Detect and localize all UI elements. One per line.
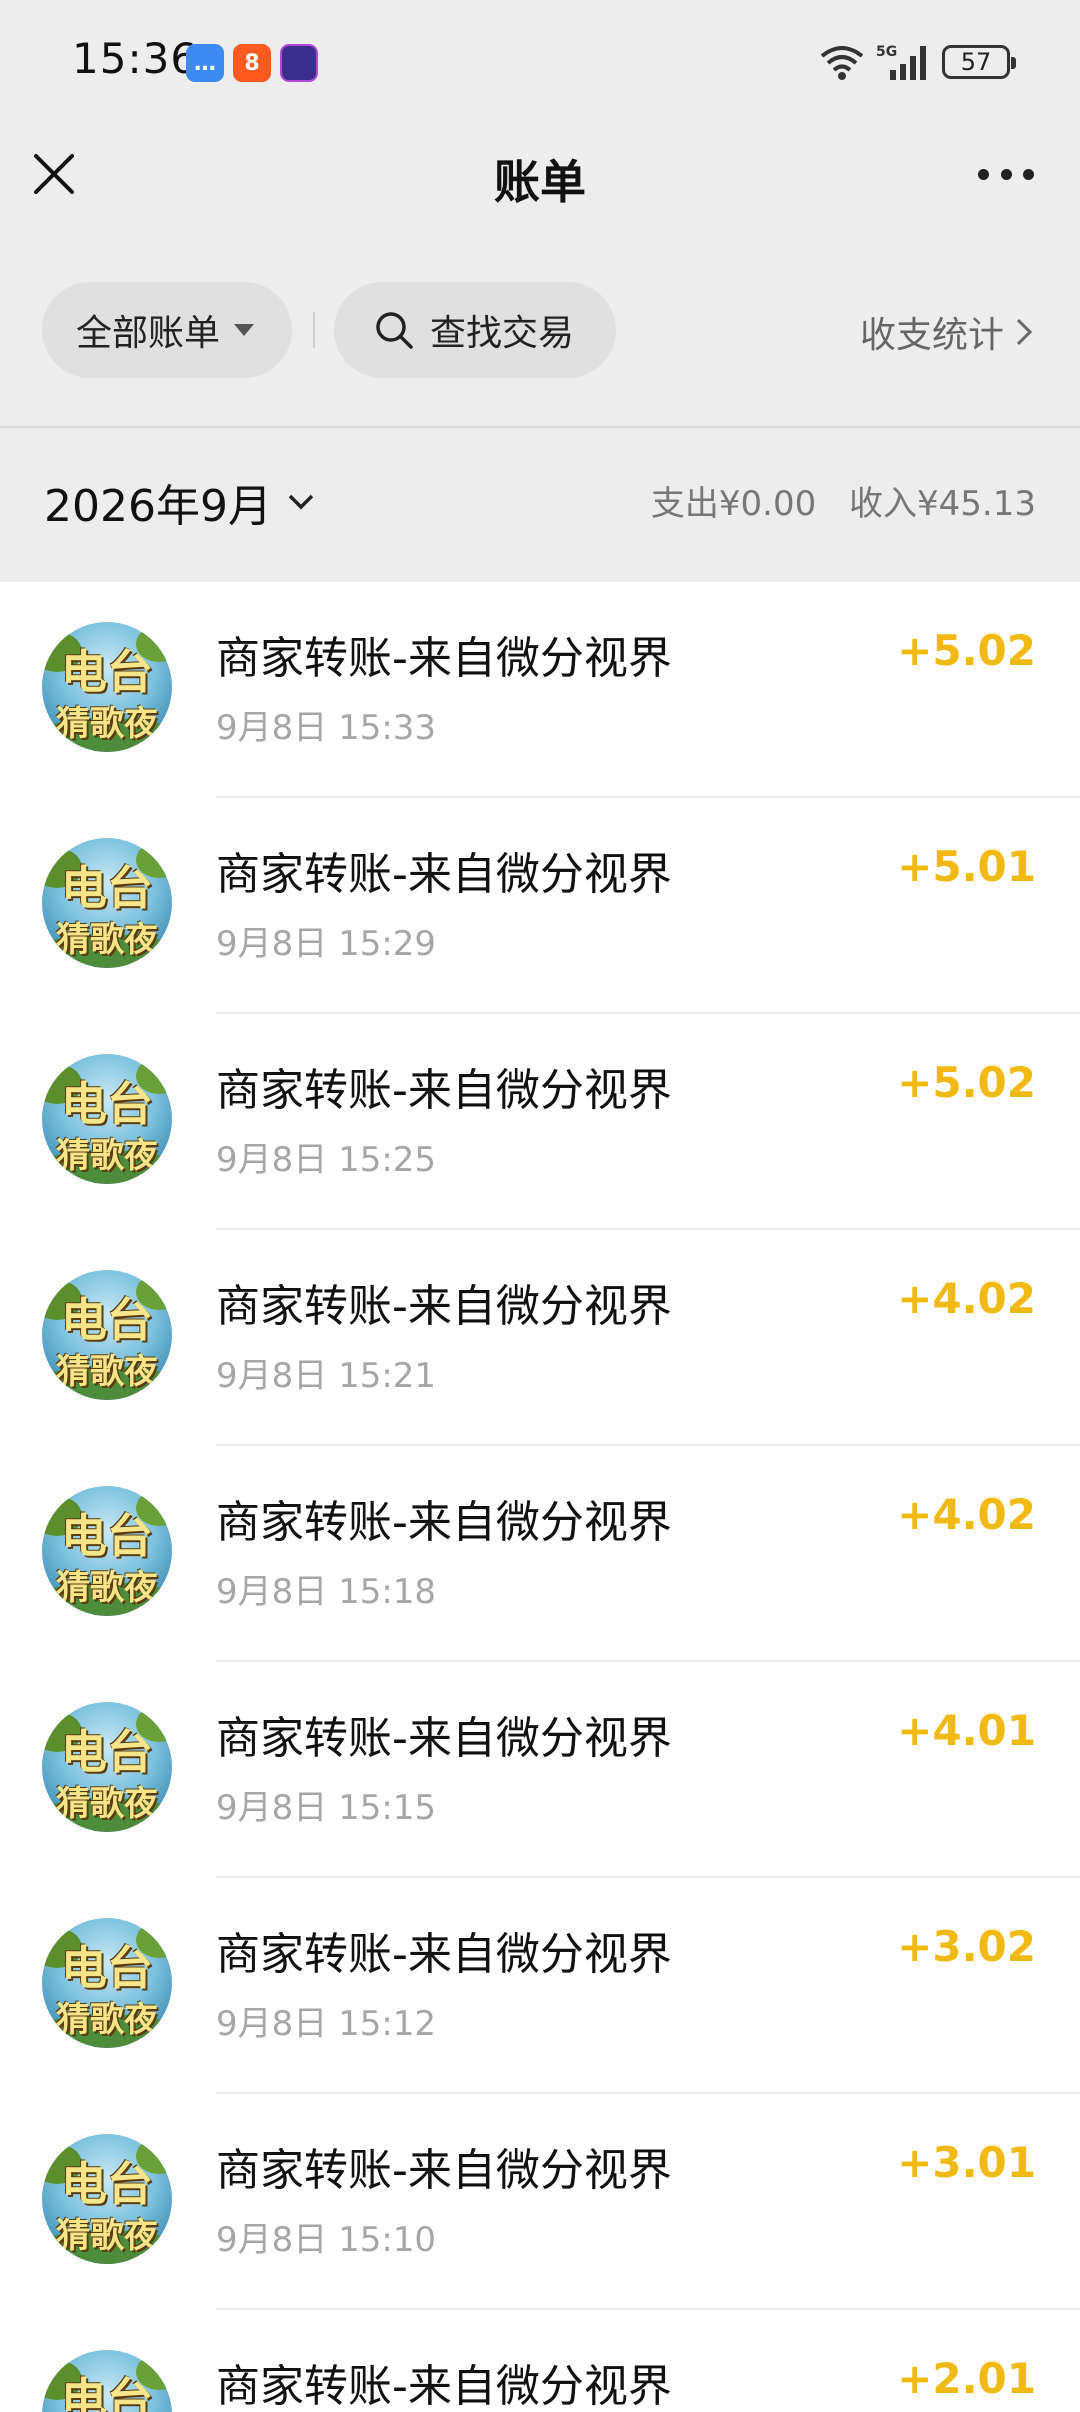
- month-header: 2026年9月 支出¥0.00 收入¥45.13: [0, 428, 1080, 582]
- chevron-down-icon: [288, 494, 314, 510]
- month-summary: 支出¥0.00 收入¥45.13: [629, 476, 1036, 525]
- expense-summary: 支出¥0.00: [650, 484, 817, 524]
- bill-page: 15:36 … 8 5G 57 账单 全部账单 查找交易 收支统计 2026年9…: [0, 0, 1080, 2412]
- avatar-text-line2: 猜歌夜: [56, 1784, 158, 1824]
- transaction-time: 9月8日 15:10: [216, 2220, 437, 2260]
- transaction-title: 商家转账-来自微分视界: [216, 1713, 672, 1764]
- month-selector[interactable]: 2026年9月: [44, 470, 318, 534]
- status-time: 15:36: [72, 34, 199, 83]
- avatar-text-line2: 猜歌夜: [56, 1136, 158, 1176]
- transaction-time: 9月8日 15:21: [216, 1356, 437, 1396]
- transaction-title: 商家转账-来自微分视界: [216, 2145, 672, 2196]
- filter-divider: [313, 312, 315, 348]
- transaction-time: 9月8日 15:25: [216, 1140, 437, 1180]
- transaction-row[interactable]: 电台 猜歌夜 商家转账-来自微分视界 9月8日 15:21 +4.02: [0, 1230, 1080, 1446]
- transaction-title: 商家转账-来自微分视界: [216, 2361, 672, 2412]
- caret-down-icon: [234, 324, 255, 336]
- transaction-amount: +3.01: [897, 2138, 1036, 2187]
- avatar-text-line1: 电台: [61, 1941, 153, 1995]
- 5g-signal-icon: 5G: [876, 44, 926, 80]
- status-right: 5G 57: [818, 42, 1016, 82]
- merchant-avatar: 电台 猜歌夜: [42, 622, 172, 752]
- transaction-amount: +4.01: [897, 1706, 1036, 1755]
- transaction-row[interactable]: 电台 猜歌夜 商家转账-来自微分视界 9月8日 15:33 +5.02: [0, 582, 1080, 798]
- transaction-title: 商家转账-来自微分视界: [216, 849, 672, 900]
- transaction-row[interactable]: 电台 猜歌夜 商家转账-来自微分视界 9月8日 15:18 +4.02: [0, 1446, 1080, 1662]
- transaction-time: 9月8日 15:12: [216, 2004, 437, 2044]
- transaction-amount: +3.02: [897, 1922, 1036, 1971]
- avatar-text-line1: 电台: [61, 1725, 153, 1779]
- income-summary: 收入¥45.13: [849, 484, 1036, 524]
- page-title: 账单: [494, 155, 586, 209]
- stats-link[interactable]: 收支统计: [860, 306, 1036, 358]
- stats-label: 收支统计: [859, 315, 1004, 356]
- avatar-text-line1: 电台: [61, 645, 153, 699]
- transaction-amount: +5.02: [897, 1058, 1036, 1107]
- merchant-avatar: 电台 猜歌夜: [42, 1486, 172, 1616]
- merchant-avatar: 电台 猜歌夜: [42, 1054, 172, 1184]
- transaction-list: 电台 猜歌夜 商家转账-来自微分视界 9月8日 15:33 +5.02 电台 猜…: [0, 582, 1080, 2412]
- transaction-amount: +2.01: [897, 2354, 1036, 2403]
- message-app-icon: …: [186, 44, 224, 82]
- avatar-text-line1: 电台: [61, 1077, 153, 1131]
- kuaishou-app-icon: 8: [233, 44, 271, 82]
- all-bills-label: 全部账单: [76, 313, 221, 354]
- avatar-text-line1: 电台: [61, 2157, 153, 2211]
- wifi-icon: [820, 46, 864, 80]
- avatar-text-line2: 猜歌夜: [56, 704, 158, 744]
- transaction-title: 商家转账-来自微分视界: [216, 1281, 672, 1332]
- transaction-row[interactable]: 电台 猜歌夜 商家转账-来自微分视界 +2.01: [0, 2310, 1080, 2412]
- nav-bar: 账单: [0, 126, 1080, 228]
- transaction-amount: +5.02: [897, 626, 1036, 675]
- search-transaction-button[interactable]: 查找交易: [334, 282, 616, 378]
- merchant-avatar: 电台 猜歌夜: [42, 838, 172, 968]
- merchant-avatar: 电台 猜歌夜: [42, 1270, 172, 1400]
- all-bills-dropdown[interactable]: 全部账单: [42, 282, 292, 378]
- transaction-title: 商家转账-来自微分视界: [216, 1497, 672, 1548]
- battery-icon: 57: [942, 45, 1016, 79]
- transaction-row[interactable]: 电台 猜歌夜 商家转账-来自微分视界 9月8日 15:15 +4.01: [0, 1662, 1080, 1878]
- avatar-text-line2: 猜歌夜: [56, 2216, 158, 2256]
- transaction-amount: +5.01: [897, 842, 1036, 891]
- game-app-icon: [280, 44, 318, 82]
- transaction-row[interactable]: 电台 猜歌夜 商家转账-来自微分视界 9月8日 15:12 +3.02: [0, 1878, 1080, 2094]
- transaction-title: 商家转账-来自微分视界: [216, 1929, 672, 1980]
- transaction-row[interactable]: 电台 猜歌夜 商家转账-来自微分视界 9月8日 15:29 +5.01: [0, 798, 1080, 1014]
- merchant-avatar: 电台 猜歌夜: [42, 2350, 172, 2412]
- merchant-avatar: 电台 猜歌夜: [42, 1702, 172, 1832]
- filter-bar: 全部账单 查找交易 收支统计: [0, 228, 1080, 426]
- search-icon: [376, 312, 413, 349]
- transaction-title: 商家转账-来自微分视界: [216, 1065, 672, 1116]
- avatar-text-line1: 电台: [61, 1509, 153, 1563]
- avatar-text-line2: 猜歌夜: [56, 920, 158, 960]
- month-label: 2026年9月: [44, 481, 272, 532]
- svg-text:5G: 5G: [876, 44, 897, 60]
- transaction-amount: +4.02: [897, 1274, 1036, 1323]
- avatar-text-line1: 电台: [61, 2373, 153, 2412]
- transaction-time: 9月8日 15:18: [216, 1572, 437, 1612]
- merchant-avatar: 电台 猜歌夜: [42, 2134, 172, 2264]
- more-icon[interactable]: [978, 166, 1034, 182]
- transaction-time: 9月8日 15:15: [216, 1788, 437, 1828]
- search-label: 查找交易: [430, 313, 575, 354]
- status-bar: 15:36 … 8 5G 57: [0, 0, 1080, 126]
- merchant-avatar: 电台 猜歌夜: [42, 1918, 172, 2048]
- transaction-amount: +4.02: [897, 1490, 1036, 1539]
- avatar-text-line1: 电台: [61, 1293, 153, 1347]
- battery-level: 57: [960, 48, 992, 76]
- transaction-title: 商家转账-来自微分视界: [216, 633, 672, 684]
- avatar-text-line2: 猜歌夜: [56, 1568, 158, 1608]
- transaction-time: 9月8日 15:33: [216, 708, 437, 748]
- avatar-text-line2: 猜歌夜: [56, 1352, 158, 1392]
- avatar-text-line1: 电台: [61, 861, 153, 915]
- avatar-text-line2: 猜歌夜: [56, 2000, 158, 2040]
- transaction-row[interactable]: 电台 猜歌夜 商家转账-来自微分视界 9月8日 15:10 +3.01: [0, 2094, 1080, 2310]
- transaction-row[interactable]: 电台 猜歌夜 商家转账-来自微分视界 9月8日 15:25 +5.02: [0, 1014, 1080, 1230]
- chevron-right-icon: [1016, 318, 1033, 346]
- transaction-time: 9月8日 15:29: [216, 924, 437, 964]
